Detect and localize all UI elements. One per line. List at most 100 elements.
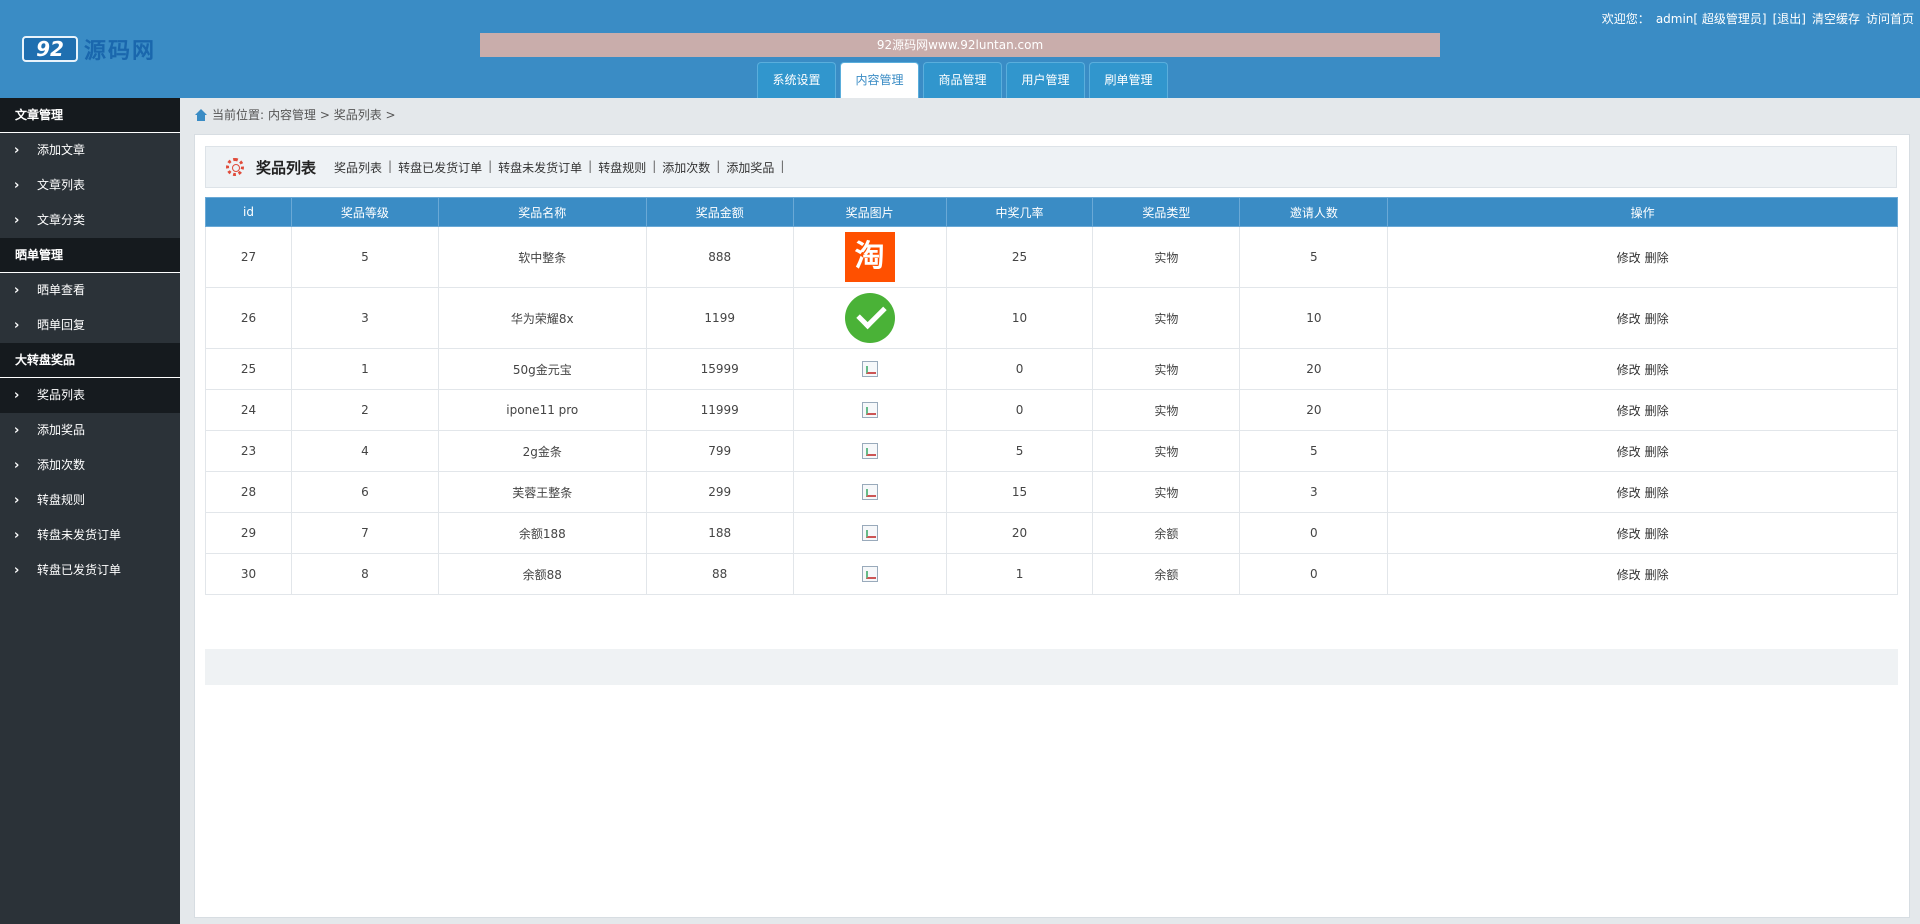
chevron-right-icon: › [14,388,20,403]
cell-id: 28 [205,471,292,513]
cell-rate: 0 [945,348,1094,390]
sidebar-group-title[interactable]: 文章管理 [0,98,180,133]
wechat-icon [844,293,895,343]
table-row: 23 4 2g金条 799 5 实物 5 修改 删除 [205,430,1898,472]
sidebar-item[interactable]: › 转盘未发货订单 [0,518,180,553]
panel-link[interactable]: 转盘规则 [598,159,646,176]
broken-image-icon [861,402,878,418]
cell-type: 实物 [1092,348,1241,390]
delete-link[interactable]: 删除 [1645,312,1669,326]
sidebar-item-label: 文章分类 [37,213,86,227]
broken-image-icon [861,443,878,459]
site-logo[interactable]: 92 源码网 [22,33,156,65]
panel-link[interactable]: 奖品列表 [334,159,382,176]
chevron-right-icon: › [14,458,20,473]
sidebar-item[interactable]: › 奖品列表 [0,378,180,413]
tab-3[interactable]: 用户管理 [1006,62,1085,98]
delete-link[interactable]: 删除 [1645,404,1669,418]
edit-link[interactable]: 修改 [1617,404,1641,418]
cell-amount: 188 [645,512,794,554]
sidebar-item[interactable]: › 添加次数 [0,448,180,483]
breadcrumb-prefix: 当前位置: [212,108,265,122]
tab-2[interactable]: 商品管理 [923,62,1002,98]
cell-name: 余额88 [437,553,647,595]
delete-link[interactable]: 删除 [1645,251,1669,265]
panel-link[interactable]: 添加奖品 [726,159,774,176]
sidebar-item[interactable]: › 文章分类 [0,203,180,238]
chevron-right-icon: › [14,143,20,158]
sidebar-item[interactable]: › 文章列表 [0,168,180,203]
column-header: id [205,197,292,227]
link-separator: | [716,158,721,173]
chevron-right-icon: › [14,283,20,298]
visit-home-link[interactable]: 访问首页 [1866,10,1914,27]
sidebar-item-label: 晒单回复 [37,318,86,332]
edit-link[interactable]: 修改 [1617,363,1641,377]
cell-level: 4 [290,430,439,472]
chevron-right-icon: › [14,178,20,193]
logo-badge: 92 [22,36,78,62]
taobao-icon: 淘 [844,232,895,282]
edit-link[interactable]: 修改 [1617,527,1641,541]
cell-rate: 5 [945,430,1094,472]
link-separator: | [780,158,785,173]
link-separator: | [488,158,493,173]
delete-link[interactable]: 删除 [1645,527,1669,541]
cell-amount: 888 [645,226,794,288]
delete-link[interactable]: 删除 [1645,486,1669,500]
panel-link[interactable]: 转盘未发货订单 [498,159,582,176]
cell-type: 余额 [1092,512,1241,554]
clear-cache-link[interactable]: 清空缓存 [1812,10,1860,27]
cell-type: 实物 [1092,389,1241,431]
cell-level: 7 [290,512,439,554]
cell-type: 实物 [1092,287,1241,349]
actions-cell: 修改 删除 [1387,471,1898,513]
cell-amount: 15999 [645,348,794,390]
cell-name: 50g金元宝 [437,348,647,390]
tab-1[interactable]: 内容管理 [840,62,919,98]
delete-link[interactable]: 删除 [1645,568,1669,582]
home-icon[interactable] [194,108,208,121]
logout-link[interactable]: [退出] [1773,10,1806,27]
cell-name: ipone11 pro [437,389,647,431]
panel-link[interactable]: 转盘已发货订单 [398,159,482,176]
cell-type: 实物 [1092,430,1241,472]
prize-image-cell [792,287,947,349]
sidebar-item[interactable]: › 添加奖品 [0,413,180,448]
sidebar-item[interactable]: › 转盘规则 [0,483,180,518]
edit-link[interactable]: 修改 [1617,486,1641,500]
cell-invites: 20 [1239,389,1389,431]
delete-link[interactable]: 删除 [1645,363,1669,377]
sidebar-item[interactable]: › 晒单回复 [0,308,180,343]
cell-rate: 10 [945,287,1094,349]
sidebar-group-title[interactable]: 大转盘奖品 [0,343,180,378]
edit-link[interactable]: 修改 [1617,568,1641,582]
column-header: 中奖几率 [945,197,1094,227]
cell-amount: 1199 [645,287,794,349]
tab-0[interactable]: 系统设置 [757,62,836,98]
edit-link[interactable]: 修改 [1617,312,1641,326]
sidebar-item[interactable]: › 添加文章 [0,133,180,168]
cell-name: 华为荣耀8x [437,287,647,349]
cell-type: 余额 [1092,553,1241,595]
sidebar-group-title[interactable]: 晒单管理 [0,238,180,273]
user-name-link[interactable]: admin[ 超级管理员] [1656,10,1767,27]
sidebar: 文章管理 › 添加文章 › 文章列表 › 文章分类 晒单管理 › 晒单查看 › 晒单回复 大转盘奖品 › 奖… [0,98,180,924]
edit-link[interactable]: 修改 [1617,445,1641,459]
delete-link[interactable]: 删除 [1645,445,1669,459]
cell-invites: 20 [1239,348,1389,390]
column-header: 奖品名称 [437,197,647,227]
column-header: 奖品图片 [792,197,947,227]
edit-link[interactable]: 修改 [1617,251,1641,265]
sidebar-item[interactable]: › 晒单查看 [0,273,180,308]
chevron-right-icon: › [14,423,20,438]
panel-link[interactable]: 添加次数 [662,159,710,176]
link-separator: | [388,158,393,173]
sidebar-item-label: 转盘未发货订单 [37,528,122,542]
tab-4[interactable]: 刷单管理 [1089,62,1168,98]
top-header: 92 源码网 92源码网www.92luntan.com 系统设置 内容管理 商品管… [0,0,1920,98]
link-separator: | [588,158,593,173]
sidebar-item-label: 添加文章 [37,143,86,157]
sidebar-item[interactable]: › 转盘已发货订单 [0,553,180,588]
top-nav-tabs: 系统设置 内容管理 商品管理 用户管理 刷单管理 [757,62,1168,98]
